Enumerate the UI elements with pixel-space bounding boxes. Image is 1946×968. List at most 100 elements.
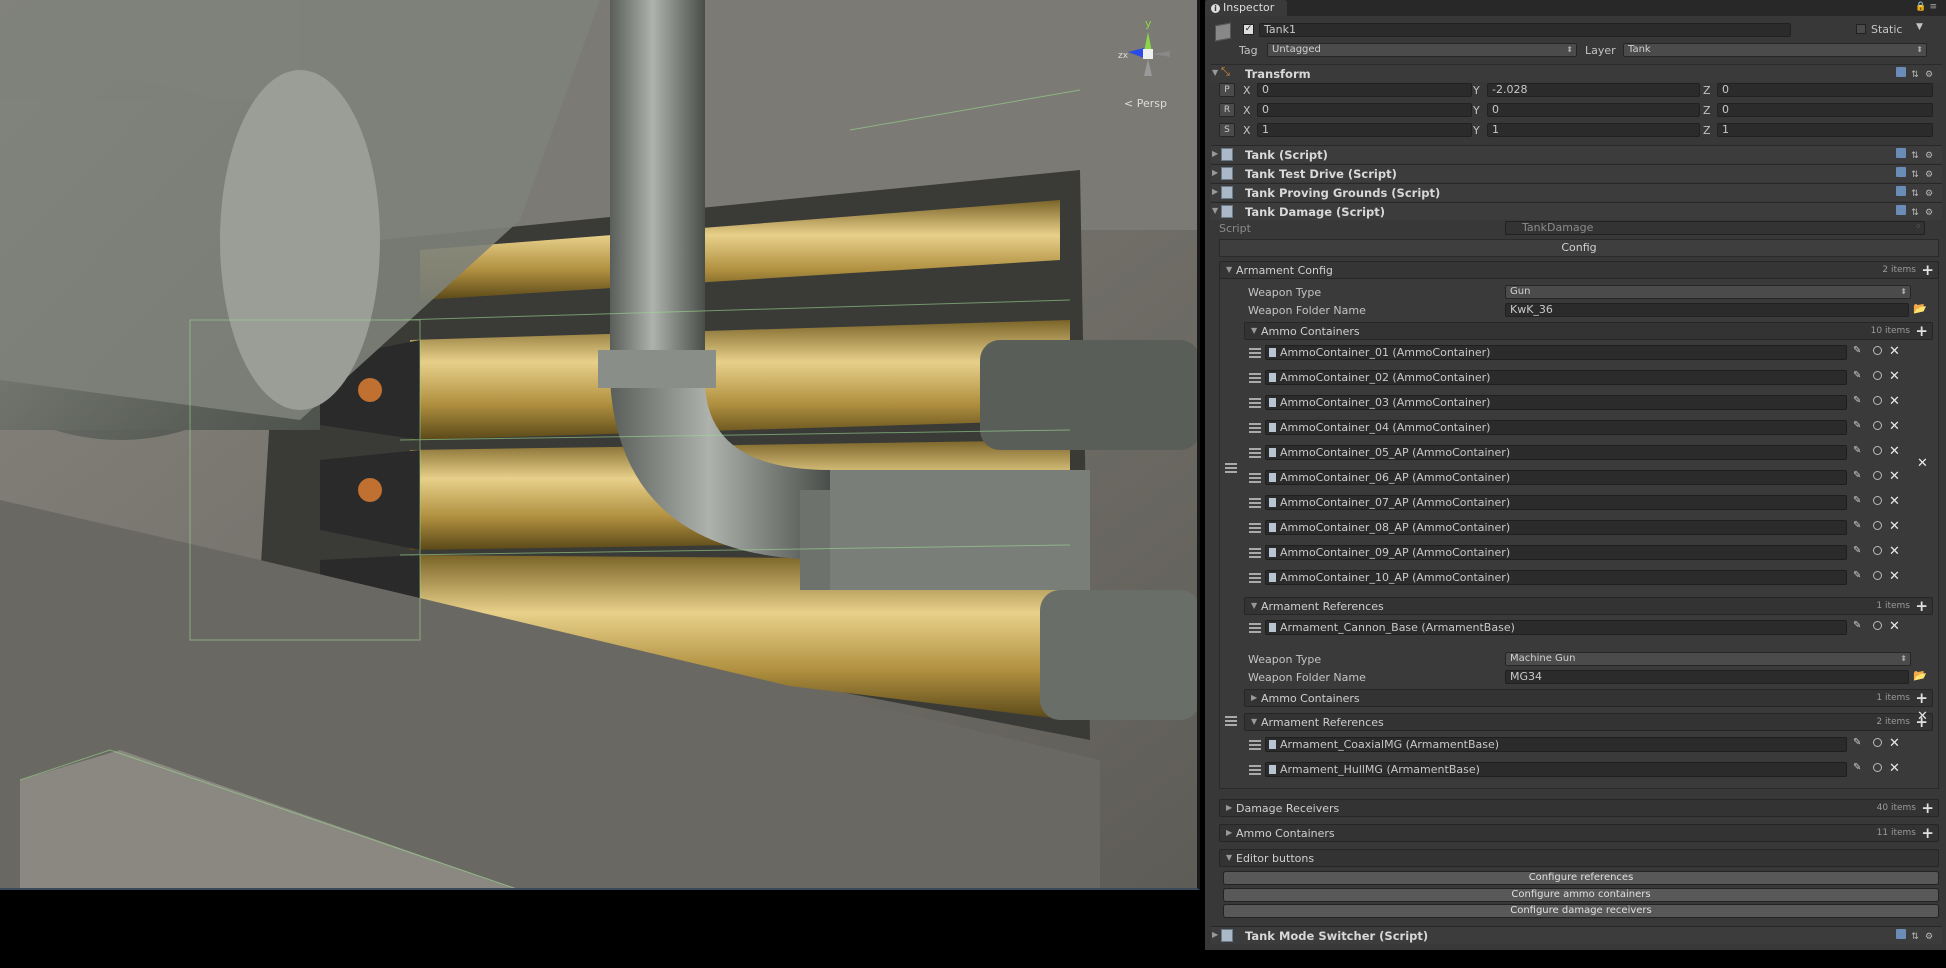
edit-pencil-icon[interactable]: ✎ <box>1853 395 1861 406</box>
list-item[interactable]: Armament_Cannon_Base (ArmamentBase) ✎ ✕ <box>1249 619 1929 636</box>
armament-config-header[interactable]: ▼ Armament Config 2 items + <box>1219 261 1939 279</box>
fold-arrow-icon[interactable]: ▶ <box>1212 149 1218 158</box>
weapon-folder-field[interactable]: KwK_36 <box>1505 303 1909 317</box>
rotation-x-field[interactable]: 0 <box>1257 103 1472 117</box>
drag-handle-icon[interactable] <box>1249 548 1261 558</box>
drag-handle-icon[interactable] <box>1249 448 1261 458</box>
edit-pencil-icon[interactable]: ✎ <box>1853 445 1861 456</box>
rotation-z-field[interactable]: 0 <box>1717 103 1933 117</box>
object-picker-icon[interactable] <box>1873 546 1882 555</box>
object-reference-field[interactable]: AmmoContainer_05_AP (AmmoContainer) <box>1265 445 1847 460</box>
remove-item-icon[interactable]: ✕ <box>1889 736 1900 751</box>
rotation-y-field[interactable]: 0 <box>1487 103 1700 117</box>
fold-arrow-icon[interactable]: ▶ <box>1251 693 1257 702</box>
drag-handle-icon[interactable] <box>1225 716 1237 726</box>
edit-pencil-icon[interactable]: ✎ <box>1853 520 1861 531</box>
drag-handle-icon[interactable] <box>1249 765 1261 775</box>
configure-references-button[interactable]: Configure references <box>1223 871 1939 885</box>
settings-gear-icon[interactable]: ⚙ <box>1924 932 1934 942</box>
weapon-type-dropdown[interactable]: Machine Gun <box>1505 652 1911 666</box>
scale-x-field[interactable]: 1 <box>1257 123 1472 137</box>
help-book-icon[interactable] <box>1896 186 1906 196</box>
weapon-drag-handle[interactable] <box>1225 460 1239 476</box>
list-item[interactable]: AmmoContainer_10_AP (AmmoContainer) ✎ ✕ <box>1249 569 1929 586</box>
remove-item-icon[interactable]: ✕ <box>1889 569 1900 584</box>
configure-ammo-containers-button[interactable]: Configure ammo containers <box>1223 888 1939 902</box>
remove-item-icon[interactable]: ✕ <box>1889 761 1900 776</box>
preset-icon[interactable]: ⇅ <box>1910 151 1920 161</box>
transform-header[interactable]: ▼ ⤡ Transform ⇅ ⚙ <box>1211 64 1942 82</box>
object-picker-icon[interactable] <box>1873 346 1882 355</box>
active-checkbox[interactable]: ✓ <box>1243 24 1254 35</box>
help-book-icon[interactable] <box>1896 929 1906 939</box>
position-x-field[interactable]: 0 <box>1257 83 1472 97</box>
drag-handle-icon[interactable] <box>1249 473 1261 483</box>
remove-item-icon[interactable]: ✕ <box>1889 494 1900 509</box>
drag-handle-icon[interactable] <box>1249 348 1261 358</box>
list-item[interactable]: Armament_HullMG (ArmamentBase) ✎ ✕ <box>1249 761 1929 778</box>
remove-item-icon[interactable]: ✕ <box>1889 519 1900 534</box>
edit-pencil-icon[interactable]: ✎ <box>1853 370 1861 381</box>
fold-arrow-icon[interactable]: ▶ <box>1212 187 1218 196</box>
remove-item-icon[interactable]: ✕ <box>1889 394 1900 409</box>
drag-handle-icon[interactable] <box>1249 523 1261 533</box>
remove-weapon-icon[interactable]: ✕ <box>1917 709 1928 724</box>
object-reference-field[interactable]: AmmoContainer_07_AP (AmmoContainer) <box>1265 495 1847 510</box>
drag-handle-icon[interactable] <box>1249 423 1261 433</box>
object-reference-field[interactable]: AmmoContainer_03 (AmmoContainer) <box>1265 395 1847 410</box>
list-item[interactable]: AmmoContainer_05_AP (AmmoContainer) ✎ ✕ <box>1249 444 1929 461</box>
help-book-icon[interactable] <box>1896 167 1906 177</box>
component-tank-proving-grounds[interactable]: ▶ Tank Proving Grounds (Script) ⇅ ⚙ <box>1211 183 1942 201</box>
scale-z-field[interactable]: 1 <box>1717 123 1933 137</box>
preset-icon[interactable]: ⇅ <box>1910 189 1920 199</box>
list-item[interactable]: AmmoContainer_03 (AmmoContainer) ✎ ✕ <box>1249 394 1929 411</box>
object-reference-field[interactable]: AmmoContainer_02 (AmmoContainer) <box>1265 370 1847 385</box>
settings-gear-icon[interactable]: ⚙ <box>1924 170 1934 180</box>
fold-arrow-icon[interactable]: ▼ <box>1212 68 1218 77</box>
object-picker-icon[interactable] <box>1873 371 1882 380</box>
remove-item-icon[interactable]: ✕ <box>1889 419 1900 434</box>
object-picker-icon[interactable] <box>1873 421 1882 430</box>
editor-buttons-header[interactable]: ▼ Editor buttons <box>1219 849 1939 867</box>
scene-view[interactable]: y zx < Persp <box>0 0 1200 890</box>
position-z-field[interactable]: 0 <box>1717 83 1933 97</box>
remove-weapon-icon[interactable]: ✕ <box>1917 456 1928 471</box>
object-reference-field[interactable]: AmmoContainer_04 (AmmoContainer) <box>1265 420 1847 435</box>
fold-arrow-icon[interactable]: ▼ <box>1251 601 1257 610</box>
object-reference-field[interactable]: AmmoContainer_08_AP (AmmoContainer) <box>1265 520 1847 535</box>
object-picker-icon[interactable] <box>1873 521 1882 530</box>
help-book-icon[interactable] <box>1896 148 1906 158</box>
object-picker-icon[interactable] <box>1873 496 1882 505</box>
armament-references-header[interactable]: ▼ Armament References 1 items + <box>1244 597 1933 615</box>
add-item-icon[interactable]: + <box>1921 801 1934 816</box>
rotation-reset-button[interactable]: R <box>1219 103 1235 117</box>
object-reference-field[interactable]: AmmoContainer_09_AP (AmmoContainer) <box>1265 545 1847 560</box>
fold-arrow-icon[interactable]: ▼ <box>1226 853 1232 862</box>
object-reference-field[interactable]: AmmoContainer_01 (AmmoContainer) <box>1265 345 1847 360</box>
static-checkbox[interactable] <box>1856 24 1866 34</box>
fold-arrow-icon[interactable]: ▶ <box>1226 803 1232 812</box>
edit-pencil-icon[interactable]: ✎ <box>1853 545 1861 556</box>
tag-dropdown[interactable]: Untagged <box>1267 43 1577 57</box>
object-reference-field[interactable]: Armament_Cannon_Base (ArmamentBase) <box>1265 620 1847 635</box>
remove-item-icon[interactable]: ✕ <box>1889 344 1900 359</box>
component-tank-script[interactable]: ▶ Tank (Script) ⇅ ⚙ <box>1211 145 1942 163</box>
edit-pencil-icon[interactable]: ✎ <box>1853 345 1861 356</box>
add-item-icon[interactable]: + <box>1915 691 1928 706</box>
ammo-containers-header[interactable]: ▶ Ammo Containers 1 items + <box>1244 689 1933 707</box>
settings-gear-icon[interactable]: ⚙ <box>1924 208 1934 218</box>
position-y-field[interactable]: -2.028 <box>1487 83 1700 97</box>
inspector-tab[interactable]: i Inspector <box>1205 0 1287 16</box>
drag-handle-icon[interactable] <box>1225 463 1237 473</box>
preset-icon[interactable]: ⇅ <box>1910 932 1920 942</box>
scale-y-field[interactable]: 1 <box>1487 123 1700 137</box>
fold-arrow-icon[interactable]: ▼ <box>1212 206 1218 215</box>
object-picker-icon[interactable] <box>1873 446 1882 455</box>
object-picker-icon[interactable] <box>1873 396 1882 405</box>
scale-reset-button[interactable]: S <box>1219 123 1235 137</box>
object-picker-icon[interactable] <box>1873 571 1882 580</box>
fold-arrow-icon[interactable]: ▼ <box>1251 326 1257 335</box>
object-picker-icon[interactable] <box>1873 763 1882 772</box>
object-picker-icon[interactable] <box>1873 621 1882 630</box>
fold-arrow-icon[interactable]: ▶ <box>1212 168 1218 177</box>
